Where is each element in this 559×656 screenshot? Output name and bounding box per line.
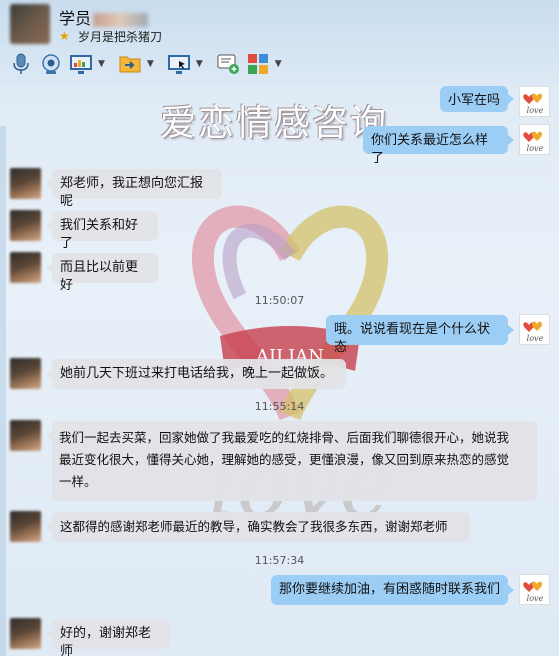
apps-icon[interactable] xyxy=(245,51,271,77)
message-text: 你们关系最近怎么样了 xyxy=(371,133,489,166)
student-avatar[interactable] xyxy=(10,358,41,389)
message-text: 而且比以前更好 xyxy=(60,260,139,293)
student-avatar[interactable] xyxy=(10,252,41,283)
timestamp: 11:57:34 xyxy=(254,554,305,567)
webcam-icon[interactable] xyxy=(38,51,64,77)
message-bubble-incoming[interactable]: 这都得的感谢郑老师最近的教导，确实教会了我很多东西，谢谢郑老师 xyxy=(52,512,470,542)
message-bubble-outgoing[interactable]: 你们关系最近怎么样了 xyxy=(363,126,508,166)
screen-share-icon[interactable] xyxy=(68,51,94,77)
message-text: 这都得的感谢郑老师最近的教导，确实教会了我很多东西，谢谢郑老师 xyxy=(60,519,448,534)
student-avatar[interactable] xyxy=(10,210,41,241)
remote-desktop-icon[interactable] xyxy=(166,51,192,77)
bubble-tail xyxy=(508,585,514,595)
student-avatar[interactable] xyxy=(10,618,41,649)
message-text: 那你要继续加油，有困惑随时联系我们 xyxy=(279,582,501,597)
message-bubble-incoming[interactable]: 我们关系和好了 xyxy=(52,211,158,251)
student-avatar[interactable] xyxy=(10,511,41,542)
file-transfer-icon[interactable] xyxy=(117,51,143,77)
love-avatar[interactable]: love xyxy=(519,574,550,605)
message-line: 我们一起去买菜，回家她做了我最爱吃的红烧排骨、后面我们聊德很开心，她说我 xyxy=(59,430,510,445)
star-icon: ★ xyxy=(59,29,70,43)
contact-name-label: 学员 xyxy=(59,9,92,28)
chevron-down-icon[interactable]: ▼ xyxy=(196,59,203,69)
bubble-tail xyxy=(508,94,514,104)
message-bubble-incoming[interactable]: 她前几天下班过来打电话给我，晚上一起做饭。 xyxy=(52,359,346,389)
message-text: 她前几天下班过来打电话给我，晚上一起做饭。 xyxy=(60,366,334,381)
svg-text:love: love xyxy=(527,144,544,153)
message-text: 好的，谢谢郑老师 xyxy=(60,626,152,656)
chevron-down-icon[interactable]: ▼ xyxy=(275,59,282,69)
chat-history[interactable]: 爱恋情感咨询 AILIAN love 小军在吗 love 你们关系最近怎么样了 … xyxy=(0,86,559,656)
message-bubble-incoming[interactable]: 我们一起去买菜，回家她做了我最爱吃的红烧排骨、后面我们聊德很开心，她说我 最近变… xyxy=(52,421,537,501)
student-avatar[interactable] xyxy=(10,420,41,451)
svg-text:love: love xyxy=(527,106,544,115)
blurred-name xyxy=(93,12,149,27)
chevron-down-icon[interactable]: ▼ xyxy=(98,59,105,69)
love-avatar[interactable]: love xyxy=(519,86,550,117)
svg-text:love: love xyxy=(527,334,544,343)
window-edge xyxy=(0,126,6,656)
message-bubble-incoming[interactable]: 好的，谢谢郑老师 xyxy=(52,619,170,656)
contact-name: 学员 xyxy=(59,5,149,29)
love-avatar[interactable]: love xyxy=(519,124,550,155)
chat-header: 学员 ★ 岁月是把杀猪刀 ▼ ▼ ▼ ▼ xyxy=(0,0,559,86)
love-avatar[interactable]: love xyxy=(519,314,550,345)
contact-avatar[interactable] xyxy=(10,4,50,44)
message-text: 小军在吗 xyxy=(448,93,501,108)
chevron-down-icon[interactable]: ▼ xyxy=(147,59,154,69)
bubble-tail xyxy=(508,135,514,145)
chat-toolbar: ▼ ▼ ▼ ▼ xyxy=(8,50,294,78)
message-line: 一样。 xyxy=(59,474,97,489)
message-bubble-incoming[interactable]: 郑老师，我正想向您汇报呢 xyxy=(52,169,222,209)
watermark-title: 爱恋情感咨询 xyxy=(160,103,389,144)
message-bubble-outgoing[interactable]: 那你要继续加油，有困惑随时联系我们 xyxy=(271,575,508,605)
svg-text:love: love xyxy=(527,594,544,603)
timestamp: 11:55:14 xyxy=(254,400,305,413)
timestamp: 11:50:07 xyxy=(254,294,305,307)
message-line: 最近变化很大，懂得关心她，理解她的感受，更懂浪漫，像又回到原来热恋的感觉 xyxy=(59,452,510,467)
message-text: 我们关系和好了 xyxy=(60,218,139,251)
message-bubble-outgoing[interactable]: 小军在吗 xyxy=(440,86,508,112)
message-bubble-incoming[interactable]: 而且比以前更好 xyxy=(52,253,158,293)
contact-signature: 岁月是把杀猪刀 xyxy=(78,30,163,44)
bubble-tail xyxy=(508,325,514,335)
message-add-icon[interactable] xyxy=(215,51,241,77)
microphone-icon[interactable] xyxy=(8,51,34,77)
message-bubble-outgoing[interactable]: 哦。说说看现在是个什么状态 xyxy=(326,315,508,355)
student-avatar[interactable] xyxy=(10,168,41,199)
